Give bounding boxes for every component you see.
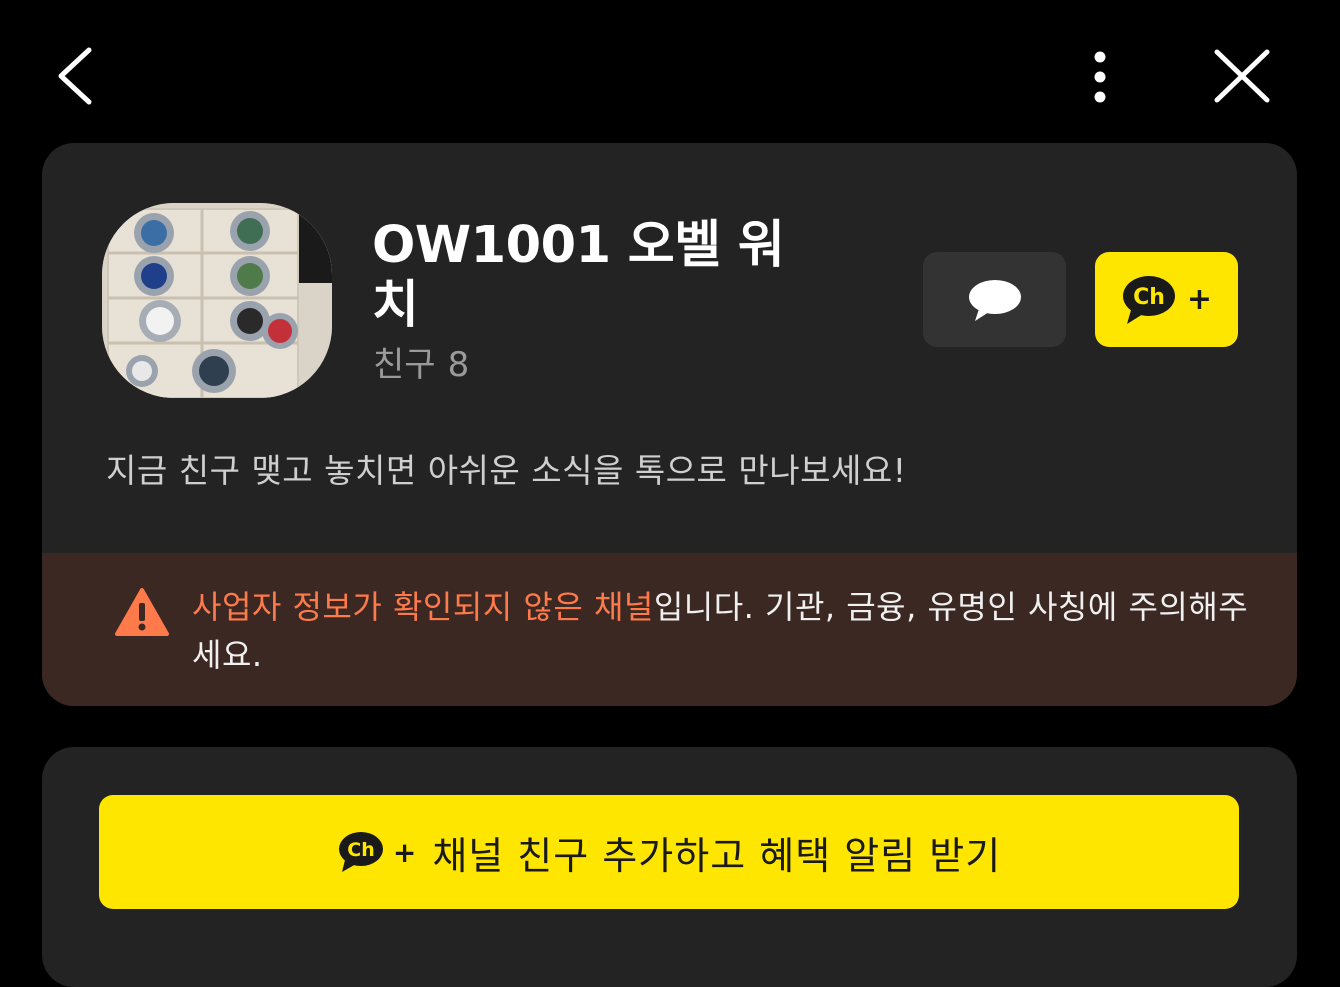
- more-vertical-icon: [1094, 51, 1106, 103]
- plus-label: +: [1186, 282, 1213, 317]
- channel-plus-icon: Ch: [1122, 275, 1175, 324]
- friend-count: 친구 8: [373, 343, 469, 387]
- friend-label: 친구: [373, 345, 436, 385]
- channel-icon: Ch: [338, 832, 383, 872]
- warning-highlight: 사업자 정보가 확인되지 않은 채널: [192, 588, 654, 626]
- cta-label: 채널 친구 추가하고 혜택 알림 받기: [432, 833, 1002, 878]
- friend-count-value: 8: [447, 345, 470, 385]
- add-channel-button[interactable]: Ch +: [1095, 252, 1238, 347]
- chevron-left-icon: [58, 47, 92, 105]
- watch-collection-image: [102, 203, 332, 398]
- channel-description: 지금 친구 맺고 놓치면 아쉬운 소식을 톡으로 만나보세요!: [106, 451, 907, 490]
- cta-card: Ch + 채널 친구 추가하고 혜택 알림 받기: [42, 747, 1297, 987]
- close-button[interactable]: [1200, 36, 1284, 116]
- chat-bubble-icon: [968, 279, 1021, 321]
- warning-message: 사업자 정보가 확인되지 않은 채널입니다. 기관, 금융, 유명인 사칭에 주…: [192, 583, 1252, 679]
- cta-channel-plus-icon: Ch +: [337, 830, 416, 874]
- back-button[interactable]: [40, 36, 110, 116]
- cta-ch-label: Ch: [347, 839, 374, 861]
- channel-name: OW1001 오벨 워치: [372, 216, 785, 335]
- more-options-button[interactable]: [1075, 42, 1125, 112]
- cta-plus-label: +: [392, 835, 417, 869]
- warning-triangle-icon: [115, 588, 169, 636]
- channel-avatar[interactable]: [102, 203, 332, 398]
- chat-button[interactable]: [923, 252, 1066, 347]
- unverified-warning: 사업자 정보가 확인되지 않은 채널입니다. 기관, 금융, 유명인 사칭에 주…: [42, 553, 1297, 706]
- add-friend-notification-button[interactable]: Ch + 채널 친구 추가하고 혜택 알림 받기: [99, 795, 1239, 909]
- close-icon: [1214, 49, 1270, 103]
- channel-profile-card: OW1001 오벨 워치 친구 8 Ch + 지금 친구 맺고 놓치면 아쉬운 소…: [42, 143, 1297, 706]
- ch-label: Ch: [1133, 285, 1165, 310]
